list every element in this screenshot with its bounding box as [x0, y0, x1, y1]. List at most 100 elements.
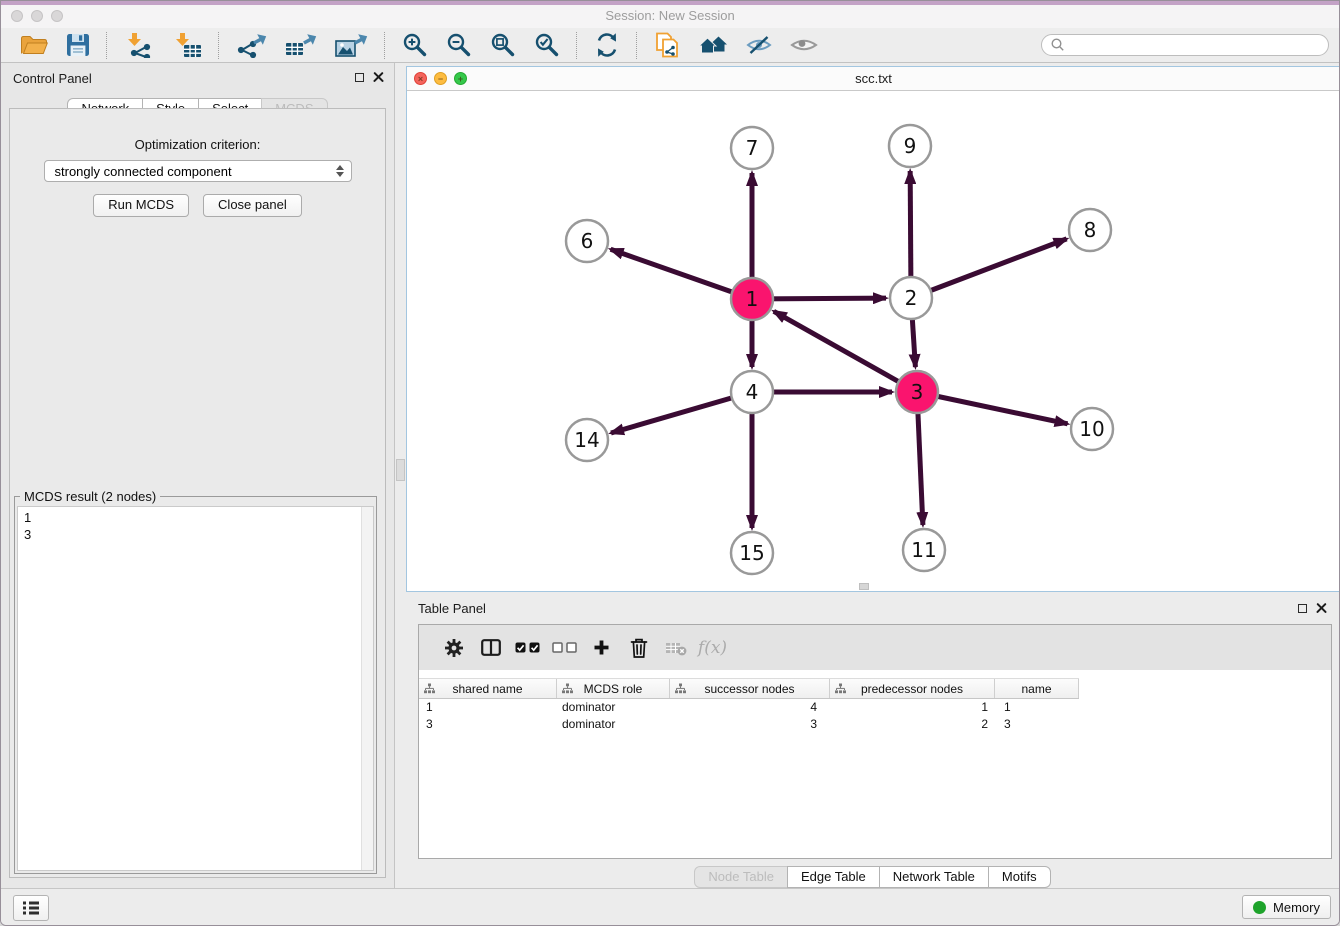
edge-3-10[interactable]	[917, 392, 1068, 424]
node-1[interactable]: 1	[731, 278, 773, 320]
node-7[interactable]: 7	[731, 127, 773, 169]
svg-text:8: 8	[1084, 218, 1097, 242]
delete-column-button[interactable]	[620, 630, 657, 666]
zoom-selected-icon	[534, 32, 560, 58]
memory-button[interactable]: Memory	[1242, 895, 1331, 919]
svg-text:10: 10	[1079, 417, 1104, 441]
memory-label: Memory	[1273, 900, 1320, 915]
cell-predecessor-nodes: 1	[830, 700, 995, 714]
column-header-predecessor-nodes[interactable]: predecessor nodes	[830, 679, 995, 698]
table-tab-edge-table[interactable]: Edge Table	[787, 866, 880, 888]
panel-splitter-grip[interactable]	[396, 459, 405, 481]
edge-2-8[interactable]	[911, 239, 1067, 298]
export-image-button[interactable]	[326, 29, 377, 61]
table-tab-network-table[interactable]: Network Table	[879, 866, 989, 888]
zoom-fit-icon	[490, 32, 516, 58]
home-icon	[698, 34, 728, 56]
column-view-button[interactable]	[472, 630, 509, 666]
export-network-icon	[236, 32, 267, 58]
zoom-fit-button[interactable]	[481, 29, 525, 61]
float-table-panel-icon[interactable]	[1298, 604, 1307, 613]
node-14[interactable]: 14	[566, 419, 608, 461]
close-table-panel-icon[interactable]	[1316, 603, 1327, 614]
mcds-result-title: MCDS result (2 nodes)	[20, 489, 160, 504]
float-panel-icon[interactable]	[355, 73, 364, 82]
node-15[interactable]: 15	[731, 532, 773, 574]
table-tab-motifs[interactable]: Motifs	[988, 866, 1051, 888]
search-field[interactable]	[1041, 34, 1329, 56]
search-input[interactable]	[1070, 37, 1320, 54]
close-panel-icon[interactable]	[373, 72, 384, 83]
close-window-button[interactable]	[11, 10, 23, 22]
task-history-button[interactable]	[13, 895, 49, 921]
import-table-button[interactable]	[163, 29, 211, 61]
table-row[interactable]: 3dominator323	[419, 716, 1331, 733]
delete-table-button[interactable]	[657, 630, 694, 666]
main-toolbar	[1, 28, 1339, 63]
svg-text:1: 1	[746, 287, 759, 311]
import-network-icon	[124, 32, 154, 58]
export-table-button[interactable]	[276, 29, 326, 61]
zoom-selected-button[interactable]	[525, 29, 569, 61]
run-mcds-button[interactable]: Run MCDS	[93, 194, 189, 217]
export-network-button[interactable]	[227, 29, 276, 61]
svg-text:6: 6	[581, 229, 594, 253]
refresh-button[interactable]	[585, 29, 629, 61]
deselect-all-button[interactable]	[546, 630, 583, 666]
minimize-network-button[interactable]: −	[434, 72, 447, 85]
delete-table-icon	[665, 640, 687, 656]
zoom-in-button[interactable]	[393, 29, 437, 61]
open-session-button[interactable]	[11, 29, 57, 61]
toolbar-separator	[218, 32, 220, 59]
edge-3-1[interactable]	[774, 311, 917, 392]
node-11[interactable]: 11	[903, 529, 945, 571]
result-scrollbar[interactable]	[361, 507, 373, 870]
close-panel-button[interactable]: Close panel	[203, 194, 302, 217]
column-header-shared-name[interactable]: shared name	[419, 679, 557, 698]
node-3[interactable]: 3	[896, 371, 938, 413]
network-window-titlebar[interactable]: × − + scc.txt	[407, 67, 1340, 91]
hide-graphics-button[interactable]	[737, 29, 781, 61]
close-network-button[interactable]: ×	[414, 72, 427, 85]
node-9[interactable]: 9	[889, 125, 931, 167]
select-all-button[interactable]	[509, 630, 546, 666]
column-view-icon	[481, 639, 501, 656]
toolbar-separator	[576, 32, 578, 59]
table-settings-button[interactable]	[435, 630, 472, 666]
node-6[interactable]: 6	[566, 220, 608, 262]
cell-predecessor-nodes: 2	[830, 717, 995, 731]
cell-shared-name: 3	[419, 717, 557, 731]
home-button[interactable]	[689, 29, 737, 61]
table-tab-node-table[interactable]: Node Table	[694, 866, 788, 888]
import-network-button[interactable]	[115, 29, 163, 61]
maximize-network-button[interactable]: +	[454, 72, 467, 85]
network-canvas[interactable]: 7 9 6 8 1 2 4 3 14 10 15 11	[407, 90, 1340, 591]
show-graphics-button[interactable]	[781, 29, 827, 61]
column-header-name[interactable]: name	[995, 679, 1079, 698]
table-row[interactable]: 1dominator411	[419, 699, 1331, 716]
node-table-container: f(x) shared name MCDS role	[418, 624, 1332, 859]
minimize-window-button[interactable]	[31, 10, 43, 22]
criterion-select[interactable]: strongly connected component	[44, 160, 352, 182]
clone-network-button[interactable]	[645, 29, 689, 61]
select-stepper-icon	[336, 165, 346, 178]
node-10[interactable]: 10	[1071, 408, 1113, 450]
zoom-window-button[interactable]	[51, 10, 63, 22]
zoom-out-button[interactable]	[437, 29, 481, 61]
column-type-icon	[424, 683, 435, 694]
zoom-out-icon	[446, 32, 472, 58]
window-titlebar[interactable]: Session: New Session	[1, 1, 1339, 29]
save-session-button[interactable]	[57, 29, 99, 61]
function-builder-button[interactable]: f(x)	[694, 630, 731, 666]
node-8[interactable]: 8	[1069, 209, 1111, 251]
mcds-result-area[interactable]: 1 3	[17, 506, 374, 871]
column-header-successor-nodes[interactable]: successor nodes	[670, 679, 830, 698]
edge-1-6[interactable]	[611, 249, 752, 299]
application-window: Session: New Session	[0, 0, 1340, 926]
column-header-mcds-role[interactable]: MCDS role	[557, 679, 670, 698]
node-4[interactable]: 4	[731, 371, 773, 413]
add-column-button[interactable]	[583, 630, 620, 666]
svg-text:4: 4	[746, 380, 759, 404]
node-2[interactable]: 2	[890, 277, 932, 319]
network-scrollbar-grip[interactable]	[859, 583, 869, 590]
